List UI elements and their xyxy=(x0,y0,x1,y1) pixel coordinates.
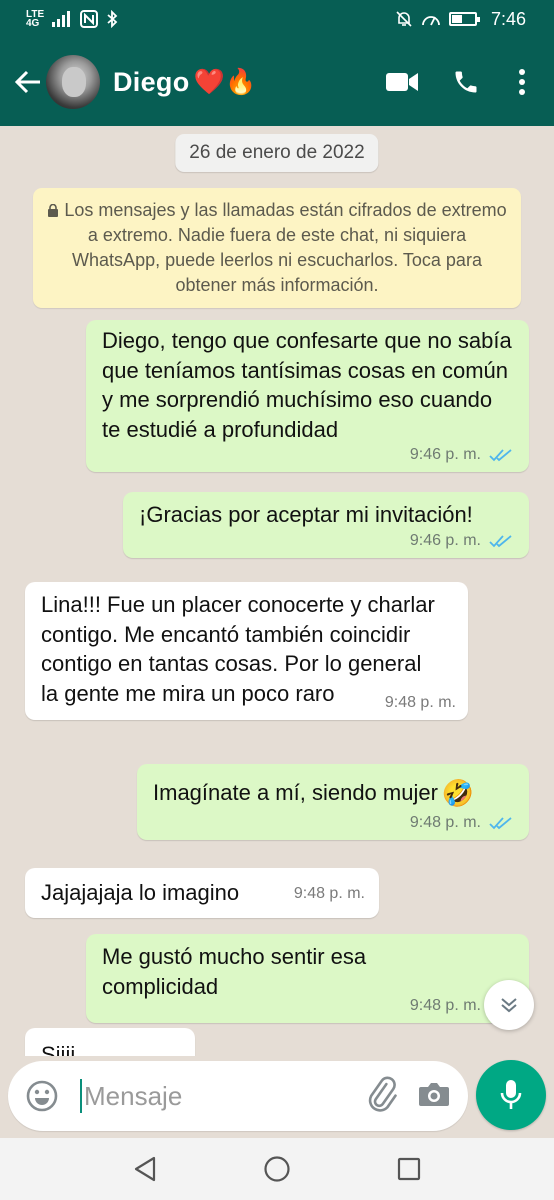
message-bubble-outgoing[interactable]: Imagínate a mí, siendo mujer 🤣 9:48 p. m… xyxy=(137,764,529,840)
signal-icon xyxy=(52,11,71,27)
emoji-button[interactable] xyxy=(18,1072,66,1120)
message-text: Imagínate a mí, siendo mujer xyxy=(153,780,438,805)
camera-button[interactable] xyxy=(418,1080,450,1113)
status-bar: LTE 4G 7:46 xyxy=(0,0,554,38)
system-nav-bar xyxy=(0,1138,554,1200)
attach-button[interactable] xyxy=(364,1076,400,1117)
message-bubble-outgoing[interactable]: ¡Gracias por aceptar mi invitación! 9:46… xyxy=(123,492,529,558)
nfc-icon xyxy=(80,10,99,28)
message-time: 9:46 p. m. xyxy=(409,531,481,549)
square-recents-icon xyxy=(397,1157,421,1181)
message-time: 9:48 p. m. xyxy=(409,813,481,831)
message-bubble-incoming[interactable]: Jajajajaja lo imagino 9:48 p. m. xyxy=(25,868,379,918)
contact-name[interactable]: Diego ❤️🔥 xyxy=(113,67,256,98)
text-caret xyxy=(80,1079,82,1113)
microphone-icon xyxy=(500,1080,522,1109)
network-type: LTE 4G xyxy=(26,10,44,29)
rofl-emoji: 🤣 xyxy=(441,777,475,808)
message-bubble-outgoing[interactable]: Diego, tengo que confesarte que no sabía… xyxy=(86,320,529,472)
lock-icon xyxy=(48,204,59,217)
nav-back-button[interactable] xyxy=(125,1149,165,1189)
message-meta: 9:46 p. m. xyxy=(102,446,513,464)
message-input[interactable] xyxy=(84,1080,324,1112)
message-time: 9:48 p. m. xyxy=(293,884,365,902)
message-text: ¡Gracias por aceptar mi invitación! xyxy=(139,502,473,527)
header-actions xyxy=(370,54,554,110)
contact-avatar[interactable] xyxy=(46,55,100,109)
triangle-back-icon xyxy=(134,1156,156,1182)
double-chevron-down-icon xyxy=(501,998,517,1013)
double-check-icon xyxy=(489,449,512,462)
chat-area[interactable]: 26 de enero de 2022 Los mensajes y las l… xyxy=(0,126,554,1056)
message-text: Siiii xyxy=(41,1042,76,1056)
status-time: 7:46 xyxy=(490,8,526,29)
phone-icon xyxy=(455,71,477,93)
more-vert-icon xyxy=(519,69,525,95)
emoji-smile-icon xyxy=(26,1080,58,1112)
date-chip: 26 de enero de 2022 xyxy=(175,134,379,172)
message-text: Me gustó mucho sentir esa complicidad xyxy=(102,944,367,999)
speed-icon xyxy=(422,16,440,26)
message-time: 9:46 p. m. xyxy=(409,446,481,463)
chat-header: Diego ❤️🔥 xyxy=(0,38,554,126)
status-left: LTE 4G xyxy=(26,10,118,29)
nav-home-button[interactable] xyxy=(257,1149,297,1189)
scroll-to-bottom-button[interactable] xyxy=(484,980,534,1030)
video-camera-icon xyxy=(386,73,418,91)
message-bubble-outgoing[interactable]: Me gustó mucho sentir esa complicidad 9:… xyxy=(86,934,529,1023)
bluetooth-icon xyxy=(107,10,118,28)
encryption-notice-text: Los mensajes y las llamadas están cifrad… xyxy=(64,200,507,295)
battery-icon xyxy=(448,12,480,26)
contact-name-emojis: ❤️🔥 xyxy=(193,67,257,96)
message-text: Lina!!! Fue un placer conocerte y charla… xyxy=(41,592,435,706)
message-bubble-incoming[interactable]: Lina!!! Fue un placer conocerte y charla… xyxy=(25,582,468,720)
voice-message-button[interactable] xyxy=(476,1060,546,1130)
arrow-left-icon xyxy=(14,70,40,94)
message-time: 9:48 p. m. xyxy=(384,694,456,711)
circle-home-icon xyxy=(264,1156,290,1182)
nav-recents-button[interactable] xyxy=(389,1149,429,1189)
message-meta: 9:48 p. m. xyxy=(153,814,513,832)
message-meta: 9:46 p. m. xyxy=(139,532,513,550)
video-call-button[interactable] xyxy=(370,54,434,110)
message-bubble-incoming[interactable]: Siiii xyxy=(25,1028,195,1056)
back-button[interactable] xyxy=(4,58,52,106)
message-time: 9:48 p. m. xyxy=(409,997,481,1014)
encryption-notice[interactable]: Los mensajes y las llamadas están cifrad… xyxy=(33,188,521,308)
voice-call-button[interactable] xyxy=(434,54,498,110)
message-text: Diego, tengo que confesarte que no sabía… xyxy=(102,328,512,442)
composer-actions xyxy=(364,1076,450,1117)
message-text-row: Imagínate a mí, siendo mujer 🤣 xyxy=(153,778,513,808)
more-options-button[interactable] xyxy=(498,54,546,110)
camera-icon xyxy=(419,1082,449,1106)
double-check-icon xyxy=(489,816,512,829)
silent-bell-icon xyxy=(396,11,412,27)
contact-name-text: Diego xyxy=(113,66,190,97)
message-text: Jajajajaja lo imagino xyxy=(41,880,240,905)
status-right: 7:46 xyxy=(395,9,526,30)
paperclip-icon xyxy=(368,1076,397,1112)
network-sub-label: 4G xyxy=(26,18,40,29)
double-check-icon xyxy=(489,534,512,547)
message-composer xyxy=(8,1061,468,1131)
